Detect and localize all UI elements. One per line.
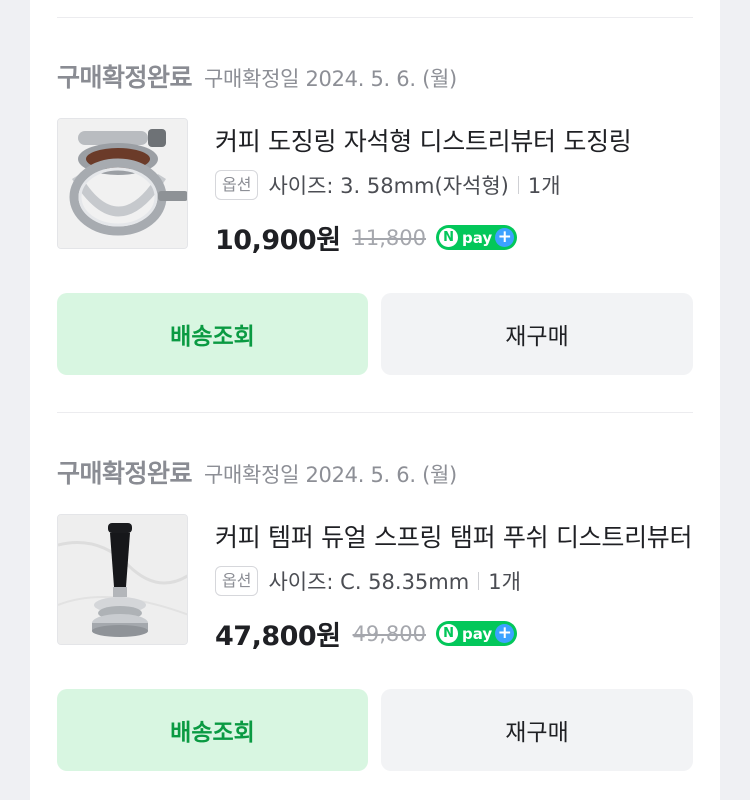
quantity: 1개 — [527, 174, 561, 198]
npay-plus-badge: N pay + — [436, 621, 518, 646]
product-thumbnail[interactable] — [57, 118, 188, 249]
price-row: 10,900원 11,800 N pay + — [215, 218, 518, 257]
product-title[interactable]: 커피 템퍼 듀얼 스프링 탬퍼 푸쉬 디스트리뷰터 — [215, 518, 693, 554]
original-price: 11,800 — [352, 225, 427, 250]
dosing-ring-image — [58, 119, 187, 248]
sale-price: 10,900원 — [215, 225, 341, 256]
order-status: 구매확정완료 — [57, 63, 193, 92]
option-text: 사이즈: C. 58.35mm — [268, 570, 470, 594]
separator — [478, 572, 480, 590]
confirm-date: 구매확정일 2024. 5. 6. (월) — [204, 463, 457, 487]
track-delivery-button[interactable]: 배송조회 — [57, 689, 368, 771]
option-row: 옵션 사이즈: 3. 58mm(자석형) 1개 — [215, 170, 561, 200]
price-row: 47,800원 49,800 N pay + — [215, 614, 518, 653]
option-badge: 옵션 — [215, 170, 259, 200]
option-row: 옵션 사이즈: C. 58.35mm 1개 — [215, 566, 521, 596]
order-list-card: 구매확정완료 구매확정일 2024. 5. 6. (월) 커피 도징링 자석형 … — [30, 0, 720, 800]
rebuy-button[interactable]: 재구매 — [381, 689, 693, 771]
track-delivery-button[interactable]: 배송조회 — [57, 293, 368, 375]
sale-price: 47,800원 — [215, 621, 341, 652]
npay-n-icon: N — [439, 624, 459, 643]
npay-label: pay — [462, 228, 493, 247]
product-thumbnail[interactable] — [57, 514, 188, 645]
quantity: 1개 — [488, 570, 521, 594]
order-status: 구매확정완료 — [57, 459, 193, 488]
order-item: 구매확정완료 구매확정일 2024. 5. 6. (월) 커피 도징링 자석형 … — [30, 0, 720, 380]
npay-n-icon: N — [439, 228, 459, 247]
rebuy-button[interactable]: 재구매 — [381, 293, 693, 375]
original-price: 49,800 — [352, 621, 427, 646]
confirm-date: 구매확정일 2024. 5. 6. (월) — [204, 67, 457, 91]
order-status-row: 구매확정완료 구매확정일 2024. 5. 6. (월) — [57, 454, 457, 490]
separator — [517, 176, 519, 194]
order-status-row: 구매확정완료 구매확정일 2024. 5. 6. (월) — [57, 58, 457, 94]
plus-icon: + — [495, 624, 515, 643]
plus-icon: + — [495, 228, 515, 247]
npay-label: pay — [462, 624, 493, 643]
order-item: 구매확정완료 구매확정일 2024. 5. 6. (월) 커피 템퍼 듀얼 스프… — [30, 396, 720, 776]
product-title[interactable]: 커피 도징링 자석형 디스트리뷰터 도징링 — [215, 122, 693, 158]
option-text: 사이즈: 3. 58mm(자석형) — [268, 174, 509, 198]
npay-plus-badge: N pay + — [436, 225, 518, 250]
tamper-image — [58, 515, 187, 644]
option-badge: 옵션 — [215, 566, 259, 596]
